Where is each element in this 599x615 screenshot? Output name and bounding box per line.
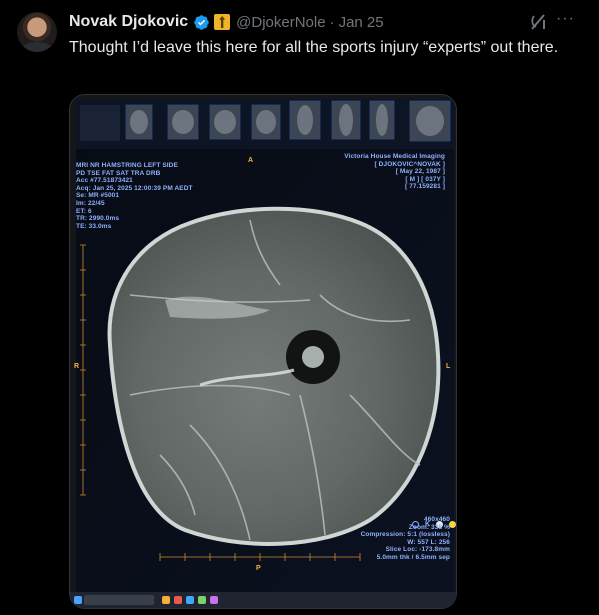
scan-info-right: Victoria House Medical Imaging [ DJOKOVI…: [344, 153, 445, 191]
scan-info-line: [ DJOKOVIC^NOVAK ]: [374, 160, 445, 168]
orientation-marker-top: A: [248, 157, 254, 164]
tweet-text: Thought I’d leave this here for all the …: [69, 39, 559, 56]
affiliation-badge-icon[interactable]: [214, 14, 231, 30]
scan-info-line: TE: 33.0ms: [76, 222, 112, 230]
scan-info-line: [ M ] [ 037Y ]: [405, 175, 445, 183]
browser-icon[interactable]: [186, 596, 194, 604]
scan-info-line: ET: 6: [76, 207, 92, 215]
start-icon[interactable]: [74, 596, 82, 604]
separator-dot: ·: [329, 13, 335, 31]
verified-badge-icon[interactable]: [193, 14, 210, 31]
windows-taskbar: [70, 592, 456, 608]
scan-info-line: Acc #77.51873421: [76, 177, 133, 185]
scan-info-line: W: 557 L: 256: [407, 538, 450, 546]
tweet-media-image[interactable]: MRI NR HAMSTRING LEFT SIDE PD TSE FAT SA…: [69, 94, 457, 609]
yellow-dot-icon[interactable]: [449, 521, 456, 528]
orientation-marker-left: R: [74, 363, 80, 370]
scan-info-line: [ May 22, 1987 ]: [395, 168, 445, 176]
scan-info-line: MRI NR HAMSTRING LEFT SIDE: [76, 162, 178, 169]
author-name[interactable]: Novak Djokovic: [69, 13, 188, 31]
tweet-date[interactable]: Jan 25: [339, 14, 384, 31]
scan-info-line: Acq: Jan 25, 2025 12:00:39 PM AEDT: [76, 184, 193, 192]
scan-info-line: Zoom: 338 %: [408, 523, 450, 531]
scan-info-line: Compression: 5:1 (lossless): [360, 531, 450, 539]
scan-info-line: PD TSE FAT SAT TRA DRB: [76, 169, 161, 177]
more-icon[interactable]: ···: [556, 10, 575, 28]
scan-info-line: Se: MR #5001: [76, 192, 120, 200]
app-icon[interactable]: [174, 596, 182, 604]
scan-info-line: Victoria House Medical Imaging: [344, 153, 445, 160]
taskbar-search[interactable]: [84, 595, 154, 605]
scan-info-bottom-right: 460x460 Zoom: 338 % Compression: 5:1 (lo…: [361, 516, 450, 562]
scan-info-line: Slice Loc: -173.8mm: [385, 546, 450, 554]
scan-info-line: TR: 2990.0ms: [76, 215, 120, 223]
author-avatar[interactable]: [17, 12, 57, 52]
orientation-marker-right: L: [446, 363, 451, 370]
app-icon[interactable]: [198, 596, 206, 604]
scan-info-left: MRI NR HAMSTRING LEFT SIDE PD TSE FAT SA…: [76, 162, 193, 230]
app-icon[interactable]: [210, 596, 218, 604]
grok-icon[interactable]: [529, 12, 549, 32]
scan-info-line: [ 77.159281 ]: [405, 183, 445, 191]
folder-icon[interactable]: [162, 596, 170, 604]
scan-info-line: Im: 22/45: [76, 199, 105, 207]
scan-info-line: 5.0mm thk / 6.5mm sep: [376, 553, 450, 561]
scan-info-line: 460x460: [423, 516, 450, 523]
author-handle[interactable]: @DjokerNole: [236, 14, 325, 31]
tweet-header: Novak Djokovic @DjokerNole · Jan 25: [69, 11, 384, 33]
orientation-marker-bottom: P: [256, 565, 261, 572]
